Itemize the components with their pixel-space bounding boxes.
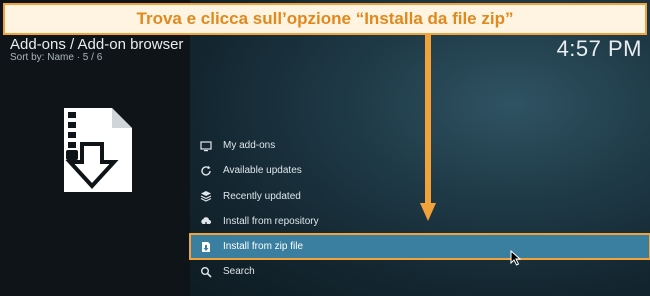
mouse-cursor-icon	[510, 250, 522, 266]
menu-item-label: My add-ons	[223, 140, 276, 152]
menu-item-label: Install from zip file	[223, 241, 304, 253]
search-icon	[199, 265, 212, 278]
box-stack-icon	[199, 190, 212, 203]
down-arrow-icon	[420, 35, 436, 221]
menu-item-label: Search	[223, 266, 255, 278]
refresh-icon	[199, 164, 212, 177]
zip-install-icon	[199, 240, 212, 253]
menu-item-label: Install from repository	[223, 216, 319, 228]
zip-file-large-icon	[64, 108, 132, 192]
menu-item-label: Available updates	[223, 165, 302, 177]
page-title: Add-ons / Add-on browser	[10, 36, 184, 53]
cloud-download-icon	[199, 215, 212, 228]
menu-item-search[interactable]: Search	[190, 259, 650, 284]
sort-info: Sort by: Name · 5 / 6	[10, 52, 103, 63]
instruction-banner: Trova e clicca sull’opzione “Installa da…	[3, 3, 647, 35]
monitor-box-icon	[199, 139, 212, 152]
clock: 4:57 PM	[556, 36, 642, 61]
menu-item-install-from-zip[interactable]: Install from zip file	[189, 233, 650, 261]
menu-item-label: Recently updated	[223, 190, 301, 202]
